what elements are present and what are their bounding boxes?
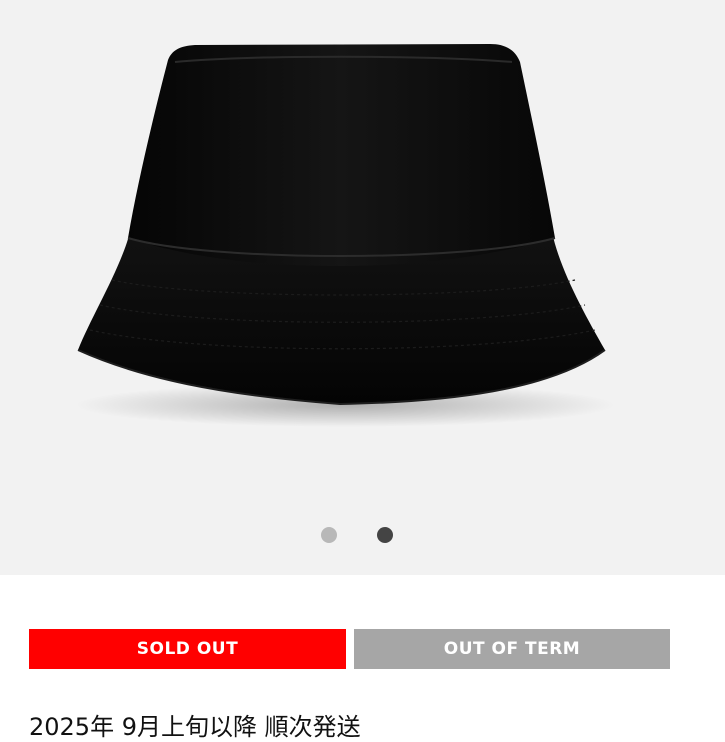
sold-out-button[interactable]: SOLD OUT [29,629,346,669]
shipping-note: 2025年 9月上旬以降 順次発送 [29,713,361,741]
carousel-indicators [0,527,725,543]
product-image-gallery[interactable] [0,0,725,575]
carousel-dot-2-active[interactable] [377,527,393,543]
carousel-dot-1[interactable] [321,527,337,543]
bucket-hat-image [75,44,615,427]
out-of-term-button[interactable]: OUT OF TERM [354,629,670,669]
